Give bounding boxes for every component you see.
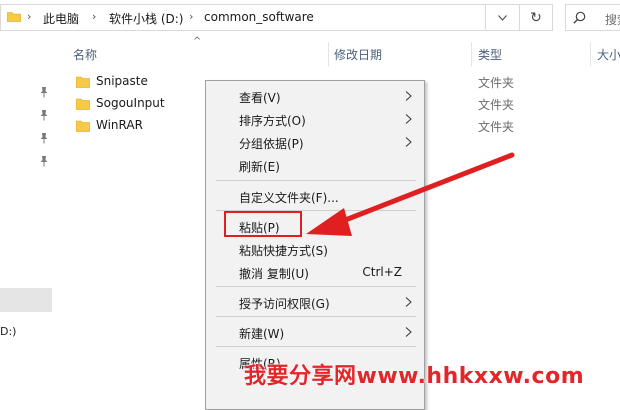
column-divider[interactable] [471, 42, 472, 66]
address-bar[interactable]: › 此电脑 › 软件小栈 (D:) › common_software [0, 4, 520, 31]
menu-item-label: 查看(V) [239, 91, 281, 105]
paste-highlight-box [224, 211, 302, 237]
menu-item-group-by[interactable]: 分组依据(P) [206, 131, 424, 153]
menu-item-label: 刷新(E) [239, 160, 280, 174]
chevron-right-icon [405, 137, 412, 147]
breadcrumb-drive-d[interactable]: 软件小栈 (D:) [109, 10, 183, 27]
menu-item-new[interactable]: 新建(W) [206, 321, 424, 343]
breadcrumb-common-software[interactable]: common_software [204, 10, 314, 24]
folder-icon [76, 98, 90, 110]
address-dropdown-button[interactable] [485, 5, 519, 30]
pin-icon[interactable] [39, 86, 49, 98]
menu-item-label: 自定义文件夹(F)... [239, 191, 339, 205]
file-type: 文件夹 [478, 76, 515, 90]
menu-separator [216, 180, 416, 181]
menu-item-customize-folder[interactable]: 自定义文件夹(F)... [206, 185, 424, 207]
folder-icon [76, 76, 90, 88]
file-type: 文件夹 [478, 98, 515, 112]
menu-separator [216, 316, 416, 317]
refresh-button[interactable]: ↻ [520, 4, 553, 31]
menu-item-sort-by[interactable]: 排序方式(O) [206, 108, 424, 130]
pin-icon[interactable] [39, 155, 49, 167]
search-icon [573, 11, 586, 24]
sort-ascending-icon: ^ [193, 36, 202, 47]
file-name: WinRAR [96, 118, 143, 132]
file-type: 文件夹 [478, 120, 515, 134]
breadcrumb-this-pc[interactable]: 此电脑 [43, 10, 79, 27]
menu-item-undo-copy[interactable]: 撤消 复制(U) Ctrl+Z [206, 261, 424, 283]
pin-icon[interactable] [39, 109, 49, 121]
menu-item-label: 粘贴快捷方式(S) [239, 244, 328, 258]
menu-separator [216, 286, 416, 287]
column-divider[interactable] [590, 42, 591, 66]
menu-item-give-access[interactable]: 授予访问权限(G) [206, 291, 424, 313]
file-name: SogouInput [96, 96, 165, 110]
nav-item-drive-d[interactable]: D:) [0, 325, 16, 338]
chevron-right-icon [405, 91, 412, 101]
refresh-icon: ↻ [530, 9, 542, 26]
chevron-right-icon [405, 114, 412, 124]
column-header-size[interactable]: 大小 [597, 46, 620, 63]
folder-icon [76, 120, 90, 132]
chevron-right-icon [405, 297, 412, 307]
search-box[interactable]: 搜索 [565, 4, 620, 31]
chevron-right-icon [405, 327, 412, 337]
chevron-down-icon [498, 14, 507, 21]
nav-item-selected[interactable] [0, 288, 52, 312]
menu-item-paste-shortcut[interactable]: 粘贴快捷方式(S) [206, 238, 424, 260]
menu-item-label: 撤消 复制(U) [239, 267, 309, 281]
menu-item-refresh[interactable]: 刷新(E) [206, 154, 424, 176]
search-placeholder: 搜索 [605, 13, 620, 27]
menu-item-label: 排序方式(O) [239, 114, 306, 128]
menu-item-shortcut: Ctrl+Z [362, 265, 402, 279]
folder-icon [7, 12, 21, 22]
menu-item-label: 分组依据(P) [239, 137, 304, 151]
pin-icon[interactable] [39, 132, 49, 144]
column-header-name[interactable]: 名称 [73, 46, 97, 63]
menu-item-view[interactable]: 查看(V) [206, 85, 424, 107]
chevron-right-icon: › [27, 10, 32, 23]
menu-separator [216, 346, 416, 347]
menu-item-label: 授予访问权限(G) [239, 297, 330, 311]
watermark: 我要分享网www.hhkxxw.com [244, 364, 585, 389]
chevron-right-icon[interactable]: › [189, 10, 193, 23]
menu-item-label: 新建(W) [239, 327, 285, 341]
column-header-date[interactable]: 修改日期 [334, 46, 382, 63]
column-divider[interactable] [328, 42, 329, 66]
column-header-type[interactable]: 类型 [478, 46, 502, 63]
file-name: Snipaste [96, 74, 148, 88]
chevron-right-icon[interactable]: › [92, 10, 96, 23]
